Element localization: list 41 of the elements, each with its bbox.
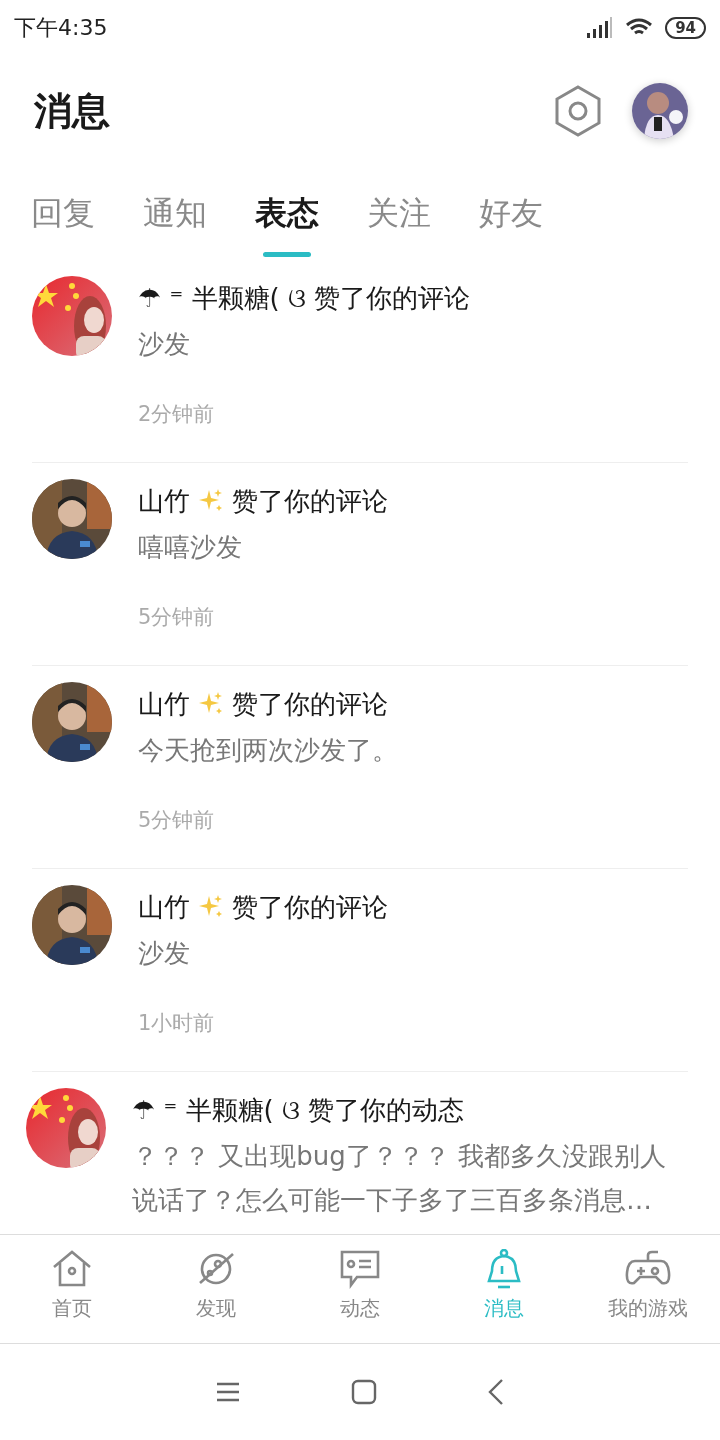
message-content: 今天抢到两次沙发了。 (138, 734, 399, 767)
user-name[interactable]: ☂ ⁼ 半颗糖( ଓ (132, 1092, 300, 1128)
action-text: 赞了你的评论 (232, 890, 388, 924)
menu-icon[interactable] (215, 1381, 241, 1403)
action-text: 赞了你的动态 (308, 1093, 464, 1127)
settings-icon[interactable] (554, 85, 602, 137)
home-button-icon[interactable] (351, 1379, 377, 1405)
home-icon (51, 1249, 93, 1289)
chat-card-icon (339, 1249, 381, 1289)
tab[interactable]: 关注 (343, 166, 455, 236)
user-name[interactable]: ☂ ⁼ 半颗糖( ଓ (138, 280, 306, 316)
message-content: 沙发 (138, 937, 191, 970)
timestamp: 1小时前 (138, 1010, 216, 1037)
nav-item[interactable]: 首页 (0, 1235, 144, 1343)
battery-level: 94 (665, 17, 706, 39)
tab[interactable]: 通知 (119, 166, 231, 236)
nav-item[interactable]: 动态 (288, 1235, 432, 1343)
nav-item[interactable]: 我的游戏 (576, 1235, 720, 1343)
action-text: 赞了你的评论 (232, 484, 388, 518)
tab[interactable]: 表态 (231, 166, 343, 257)
user-name[interactable]: 山竹 (138, 686, 190, 722)
message-content: 沙发 (138, 328, 191, 361)
user-name[interactable]: 山竹 (138, 483, 190, 519)
tab[interactable]: 回复 (7, 166, 119, 236)
back-icon[interactable] (487, 1378, 505, 1406)
tab-indicator (263, 252, 311, 257)
timestamp: 5分钟前 (138, 604, 216, 631)
message-content: 嘻嘻沙发 (138, 531, 243, 564)
profile-avatar[interactable] (632, 83, 688, 139)
tab[interactable]: 好友 (455, 166, 567, 236)
nav-item[interactable]: 消息 (432, 1235, 576, 1343)
timestamp: 2分钟前 (138, 401, 216, 428)
user-name[interactable]: 山竹 (138, 889, 190, 925)
action-text: 赞了你的评论 (232, 687, 388, 721)
timestamp: 5分钟前 (138, 807, 216, 834)
page-title: 消息 (34, 87, 111, 135)
message-content: ？？？ 又出现bug了？？？ 我都多久没跟别人说话了？怎么可能一下子多了三百多条消息… (132, 1140, 667, 1217)
action-text: 赞了你的评论 (314, 281, 470, 315)
nav-item[interactable]: 发现 (144, 1235, 288, 1343)
status-time: 下午4:35 (14, 14, 108, 42)
signal-icon (585, 17, 614, 39)
